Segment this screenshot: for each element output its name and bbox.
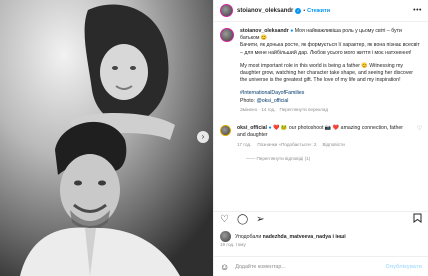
author-username[interactable]: stoianov_oleksandr [237,8,293,14]
edited-time: Змінено · 14 год. [240,106,276,112]
liker-avatar [220,231,231,242]
bookmark-icon[interactable] [413,213,422,226]
post-details-panel: stoianov_oleksandr ✓ • Стежити ••• stoia… [213,0,428,276]
publish-button[interactable]: Опублікувати [386,264,422,270]
follow-button[interactable]: Стежити [307,8,330,14]
commenter-avatar[interactable] [220,125,231,137]
caption-avatar[interactable] [220,28,234,42]
comment-item: oksi_official ● ❤️ 🐸 our photoshoot 📷 ❤️… [220,125,422,148]
photo-illustration [0,0,213,276]
separator-dot: • [303,7,306,14]
post-actions: ♡ ◯ ➢ [214,211,428,227]
likes-others[interactable]: і інші [332,234,345,240]
comment-time: 17 год. [237,142,252,148]
comment-likes[interactable]: Позначки «Подобається»: 2 [257,141,316,148]
caption: stoianov_oleksandr ● Моя найважливіша ро… [220,28,422,113]
caption-line-3: My most important role in this world is … [240,62,414,84]
photo-label: Photo: [240,97,255,104]
commenter-username[interactable]: oksi_official [237,125,267,131]
caption-line-2: Бачити, як донька росте, як формується ї… [240,42,420,56]
verified-badge-icon: ✓ [295,7,302,14]
share-icon[interactable]: ➢ [256,214,264,225]
caption-text: stoianov_oleksandr ● Моя найважливіша ро… [240,28,420,113]
reply-button[interactable]: Відповісти [322,141,344,148]
comment-like-icon[interactable]: ♡ [417,125,422,132]
verified-badge-icon: ● [290,28,294,34]
post-photo[interactable]: › [0,0,213,276]
comment-icon[interactable]: ◯ [237,214,248,225]
emoji-icon[interactable]: ☺ [220,262,229,272]
comment-input[interactable] [235,263,386,270]
view-replies-link[interactable]: —— Переглянути відповіді (1) [246,156,422,161]
author-avatar[interactable] [220,4,233,17]
post-header: stoianov_oleksandr ✓ • Стежити ••• [214,0,428,22]
comment-content: oksi_official ● ❤️ 🐸 our photoshoot 📷 ❤️… [237,125,407,148]
see-translation-link[interactable]: Переглянути переклад [279,107,328,112]
more-options-icon[interactable]: ••• [413,7,422,14]
liker-username[interactable]: nadezhda_matveeva_nadya [263,234,331,240]
carousel-next-button[interactable]: › [197,131,209,143]
likes-prefix: Уподобали [235,233,262,240]
hashtag-link[interactable]: #InternationalDayofFamilies [240,90,304,96]
caption-username[interactable]: stoianov_oleksandr [240,28,289,34]
likes-summary: Уподобали nadezhda_matveeva_nadya і інші [220,231,422,242]
add-comment-bar: ☺ Опублікувати [214,256,428,276]
heart-icon[interactable]: ♡ [220,214,229,225]
post-timestamp[interactable]: 19 год. тому [220,242,246,247]
photo-credit-link[interactable]: @oksi_official [256,98,288,104]
verified-badge-icon: ● [268,125,272,132]
comments-area[interactable]: stoianov_oleksandr ● Моя найважливіша ро… [214,23,428,203]
